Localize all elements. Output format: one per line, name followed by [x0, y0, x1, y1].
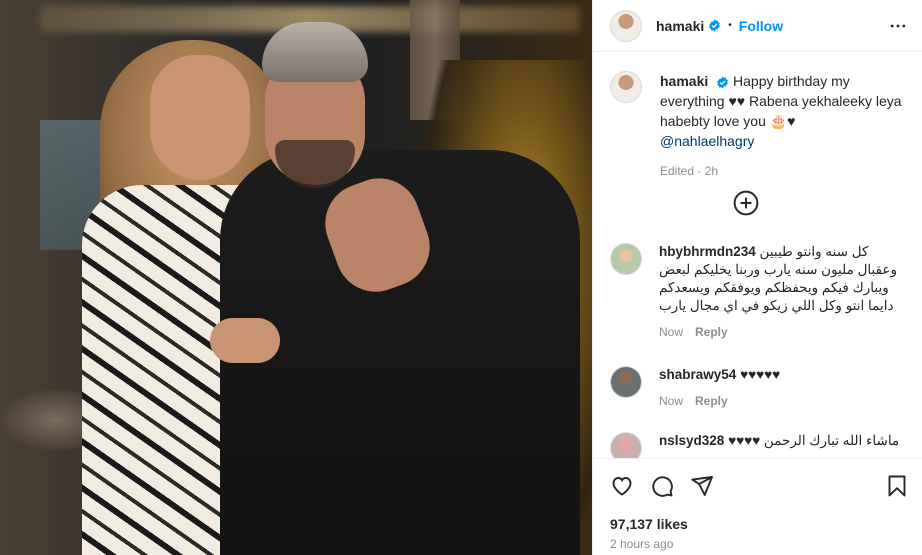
bookmark-icon[interactable]: [885, 474, 909, 498]
caption-text-block: hamaki Happy birthday my everything ♥♥ R…: [660, 71, 910, 181]
man-hair: [262, 22, 368, 82]
comment-body: hbybhrmdn234 كل سنه وانتو طيبين وعقبال م…: [659, 243, 910, 341]
comment-username[interactable]: hbybhrmdn234: [659, 244, 756, 259]
verified-badge-icon: [708, 19, 721, 32]
comments-section[interactable]: hamaki Happy birthday my everything ♥♥ R…: [593, 53, 922, 458]
comment-time: Now: [659, 325, 684, 339]
comment-body: nslsyd328 ♥♥♥♥ ماشاء الله تبارك الرحمن: [659, 432, 910, 458]
instagram-post: hamaki • Follow hamaki Happy birthday my…: [0, 0, 922, 555]
heart-icon[interactable]: [610, 474, 634, 498]
comment-item: shabrawy54 ♥♥♥♥♥ Now Reply: [610, 366, 910, 410]
commenter-avatar[interactable]: [610, 243, 642, 275]
follow-button[interactable]: Follow: [739, 18, 783, 34]
author-avatar[interactable]: [610, 9, 642, 42]
comment-body: shabrawy54 ♥♥♥♥♥ Now Reply: [659, 366, 910, 410]
post-time[interactable]: 2 hours ago: [610, 537, 673, 551]
commenter-avatar[interactable]: [610, 432, 642, 458]
comment-text: ♥♥♥♥♥: [740, 367, 781, 382]
woman-hand: [210, 318, 280, 363]
post-side-panel: hamaki • Follow hamaki Happy birthday my…: [592, 0, 922, 555]
add-circle-icon[interactable]: [733, 190, 759, 216]
author-username[interactable]: hamaki: [656, 18, 704, 34]
caption-mention-link[interactable]: @nahlaelhagry: [660, 133, 754, 149]
comment-username[interactable]: nslsyd328: [659, 433, 724, 448]
comment-icon[interactable]: [650, 474, 674, 498]
caption-author-avatar[interactable]: [610, 71, 642, 103]
comment-meta: Now Reply: [659, 323, 910, 341]
post-photo[interactable]: [0, 0, 592, 555]
post-header: hamaki • Follow: [593, 0, 922, 52]
post-actions-bar: 97,137 likes 2 hours ago: [593, 458, 922, 555]
reply-button[interactable]: Reply: [695, 392, 728, 410]
comment-text: ♥♥♥♥ ماشاء الله تبارك الرحمن: [728, 433, 900, 448]
share-icon[interactable]: [690, 474, 714, 498]
woman-face: [150, 55, 250, 180]
action-icons: [610, 474, 714, 498]
commenter-avatar[interactable]: [610, 366, 642, 398]
comment-time: Now: [659, 394, 684, 408]
comment-item: hbybhrmdn234 كل سنه وانتو طيبين وعقبال م…: [610, 243, 910, 341]
caption-username[interactable]: hamaki: [660, 73, 708, 89]
separator-dot: •: [728, 20, 732, 31]
reply-button[interactable]: Reply: [695, 323, 728, 341]
caption-edited-time: Edited · 2h: [660, 164, 719, 178]
comment-username[interactable]: shabrawy54: [659, 367, 736, 382]
post-caption: hamaki Happy birthday my everything ♥♥ R…: [610, 71, 910, 181]
comment-item: nslsyd328 ♥♥♥♥ ماشاء الله تبارك الرحمن: [610, 432, 910, 458]
more-options-icon[interactable]: [887, 15, 909, 37]
comment-meta: Now Reply: [659, 392, 910, 410]
verified-badge-icon: [716, 76, 729, 89]
likes-count[interactable]: 97,137 likes: [610, 516, 688, 532]
